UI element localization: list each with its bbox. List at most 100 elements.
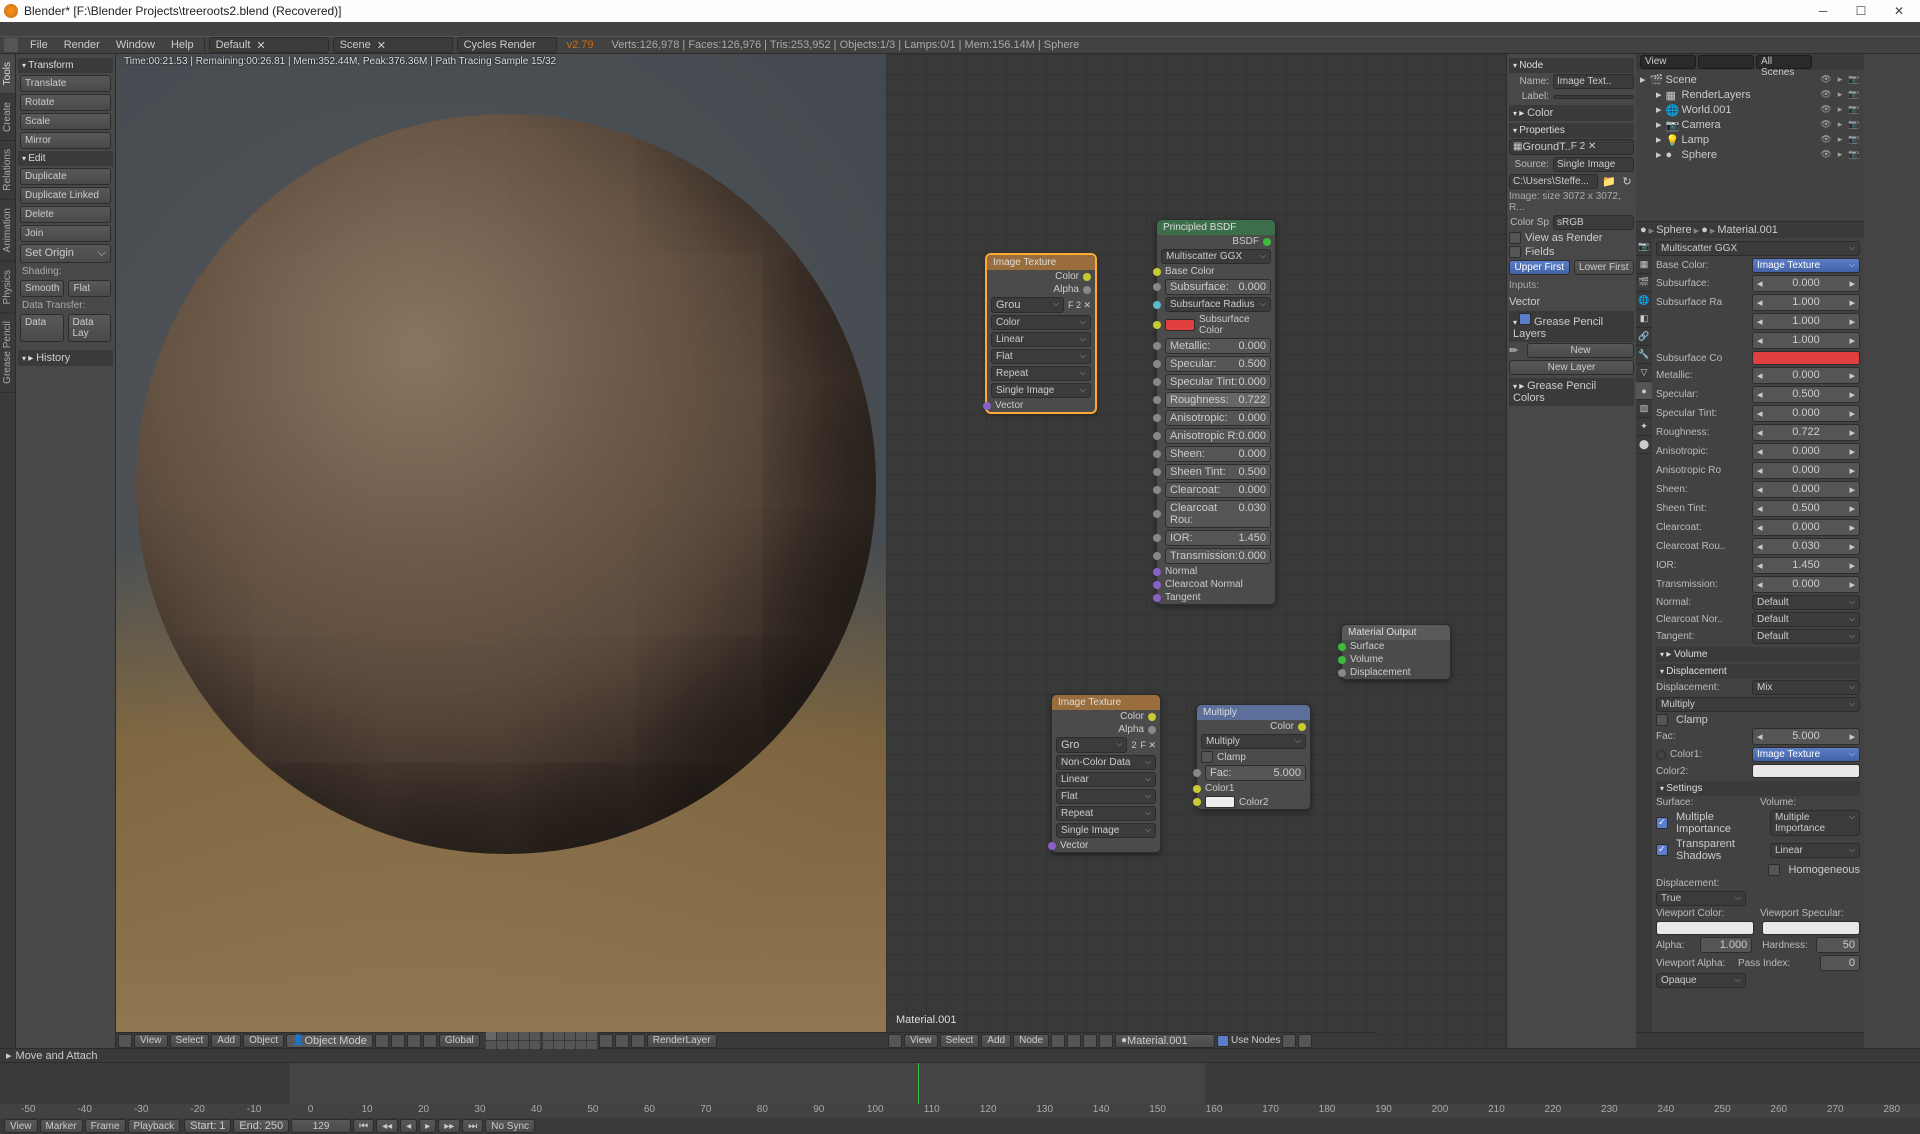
upper-first-button[interactable]: Upper First (1509, 260, 1570, 275)
tab-relations[interactable]: Relations (0, 141, 15, 200)
ext-dd[interactable]: Repeat (991, 366, 1091, 381)
menu-render[interactable]: Render (56, 39, 108, 51)
node-title[interactable]: Image Texture (987, 255, 1095, 270)
clamp-checkbox[interactable] (1201, 751, 1213, 763)
fields-cb[interactable] (1509, 246, 1521, 258)
gp-colors-section[interactable]: ▸ Grease Pencil Colors (1509, 378, 1634, 406)
open-folder-icon[interactable]: 📁 (1602, 175, 1616, 188)
data-button[interactable]: Data (20, 314, 64, 342)
node-title[interactable]: Image Texture (1052, 695, 1160, 710)
src-dd[interactable]: Single Image (991, 383, 1091, 398)
use-nodes-checkbox[interactable] (1217, 1035, 1229, 1047)
editor-type-icon[interactable] (888, 1034, 902, 1048)
layer-icon[interactable] (423, 1034, 437, 1048)
duplicate-linked-button[interactable]: Duplicate Linked (20, 187, 111, 204)
timeline-marker[interactable]: Marker (40, 1119, 83, 1133)
node-title[interactable]: Multiply (1197, 705, 1310, 720)
mirror-button[interactable]: Mirror (20, 132, 111, 149)
node-title[interactable]: Material Output (1342, 625, 1450, 640)
tab-tools[interactable]: Tools (0, 54, 15, 94)
color-space-dd[interactable]: Color (991, 315, 1091, 330)
gp-new-button[interactable]: New (1527, 343, 1634, 358)
timeline-editor[interactable]: -50-40-30-20-100102030405060708090100110… (0, 1062, 1920, 1134)
image-dropdown[interactable]: Grou (991, 297, 1064, 313)
outliner-item[interactable]: ▸●Sphere👁▸📷 (1640, 147, 1860, 162)
render-border-icon[interactable] (631, 1034, 645, 1048)
tab-renderlayers[interactable]: ▦ (1636, 256, 1652, 274)
outliner-view-menu[interactable]: View (1640, 55, 1696, 69)
render-view[interactable] (116, 54, 886, 1032)
tab-object[interactable]: ◧ (1636, 310, 1652, 328)
outliner-item[interactable]: ▸🎬Scene👁▸📷 (1640, 72, 1860, 87)
expand-icon[interactable]: ▸ (6, 1049, 12, 1062)
node-title[interactable]: Principled BSDF (1157, 220, 1275, 235)
play-icon[interactable]: ▸ (419, 1119, 436, 1133)
viewport-3d[interactable]: Time:00:21.53 | Remaining:00:26.81 | Mem… (116, 54, 886, 1048)
outliner-search[interactable] (1698, 55, 1754, 69)
data-lay-button[interactable]: Data Lay (68, 314, 112, 342)
end-frame[interactable]: End: 250 (233, 1119, 289, 1133)
node-add-menu[interactable]: Add (981, 1034, 1011, 1048)
maximize-button[interactable]: ☐ (1844, 3, 1878, 19)
delete-button[interactable]: Delete (20, 206, 111, 223)
tab-material[interactable]: ● (1636, 382, 1652, 400)
viewport-add-menu[interactable]: Add (211, 1034, 241, 1048)
duplicate-button[interactable]: Duplicate (20, 168, 111, 185)
jump-end-icon[interactable]: ⏭ (462, 1119, 483, 1133)
set-origin-button[interactable]: Set Origin⌵ (20, 244, 111, 263)
prev-key-icon[interactable]: ◂◂ (376, 1119, 398, 1133)
version-link[interactable]: v2.79 (559, 39, 602, 51)
mode-dropdown[interactable]: 👤 Object Mode (286, 1034, 373, 1048)
orientation-dropdown[interactable]: Global (439, 1034, 480, 1048)
editor-type-icon[interactable] (118, 1034, 132, 1048)
node-image-texture-2[interactable]: Image Texture Color Alpha Gro2F ✕ Non-Co… (1051, 694, 1161, 853)
layout-dropdown[interactable]: Default ✕ (209, 37, 329, 53)
node-principled-bsdf[interactable]: Principled BSDF BSDF Multiscatter GGX Ba… (1156, 219, 1276, 605)
manipulator-icon[interactable] (407, 1034, 421, 1048)
next-key-icon[interactable]: ▸▸ (438, 1119, 460, 1133)
outliner-item[interactable]: ▸💡Lamp👁▸📷 (1640, 132, 1860, 147)
tab-grease-pencil[interactable]: Grease Pencil (0, 313, 15, 393)
timeline-frame[interactable]: Frame (85, 1119, 126, 1133)
layer-buttons[interactable] (486, 1032, 597, 1049)
last-operator-panel[interactable]: ▸ Move and Attach (0, 1048, 1920, 1062)
timeline-playback[interactable]: Playback (128, 1119, 181, 1133)
start-frame[interactable]: Start: 1 (184, 1119, 231, 1133)
history-header[interactable]: ▸ History (18, 350, 113, 366)
sync-dropdown[interactable]: No Sync (485, 1119, 535, 1133)
distribution-dd[interactable]: Multiscatter GGX (1161, 249, 1271, 264)
menu-file[interactable]: File (22, 39, 56, 51)
tab-animation[interactable]: Animation (0, 200, 15, 261)
timeline-view[interactable]: View (4, 1119, 38, 1133)
snap-icon[interactable] (599, 1034, 613, 1048)
renderlayer-dropdown[interactable]: RenderLayer (647, 1034, 717, 1048)
gp-new-layer-button[interactable]: New Layer (1509, 360, 1634, 375)
engine-dropdown[interactable]: Cycles Render (457, 37, 557, 53)
tex-type-icon[interactable] (1067, 1034, 1081, 1048)
tab-physics[interactable]: Physics (0, 262, 15, 313)
join-button[interactable]: Join (20, 225, 111, 242)
tab-physics[interactable]: ⬤ (1636, 436, 1652, 454)
play-reverse-icon[interactable]: ◂ (400, 1119, 417, 1133)
snap-type-icon[interactable] (615, 1034, 629, 1048)
tab-render[interactable]: 📷 (1636, 238, 1652, 256)
outliner-item[interactable]: ▸▦RenderLayers👁▸📷 (1640, 87, 1860, 102)
viewport-view-menu[interactable]: View (134, 1034, 168, 1048)
node-multiply[interactable]: Multiply Color Multiply Clamp Fac:5.000 … (1196, 704, 1311, 810)
tab-texture[interactable]: ▨ (1636, 400, 1652, 418)
minimize-button[interactable]: ─ (1806, 3, 1840, 19)
menu-window[interactable]: Window (108, 39, 163, 51)
proj-dd[interactable]: Flat (991, 349, 1091, 364)
node-image-texture-1[interactable]: Image Texture Color Alpha GrouF 2 ✕ Colo… (986, 254, 1096, 413)
outliner-filter[interactable]: All Scenes (1756, 55, 1812, 69)
translate-button[interactable]: Translate (20, 75, 111, 92)
node-label-field[interactable] (1553, 95, 1634, 99)
rotate-button[interactable]: Rotate (20, 94, 111, 111)
image-datablock[interactable]: ▦ GroundT.. F 2 ✕ (1509, 139, 1634, 155)
menu-help[interactable]: Help (163, 39, 202, 51)
gp-icon[interactable]: ✏ (1509, 344, 1523, 357)
tab-scene[interactable]: 🎬 (1636, 274, 1652, 292)
node-node-menu[interactable]: Node (1013, 1034, 1049, 1048)
backdrop-icon[interactable] (1282, 1034, 1296, 1048)
edit-header[interactable]: Edit (18, 151, 113, 166)
